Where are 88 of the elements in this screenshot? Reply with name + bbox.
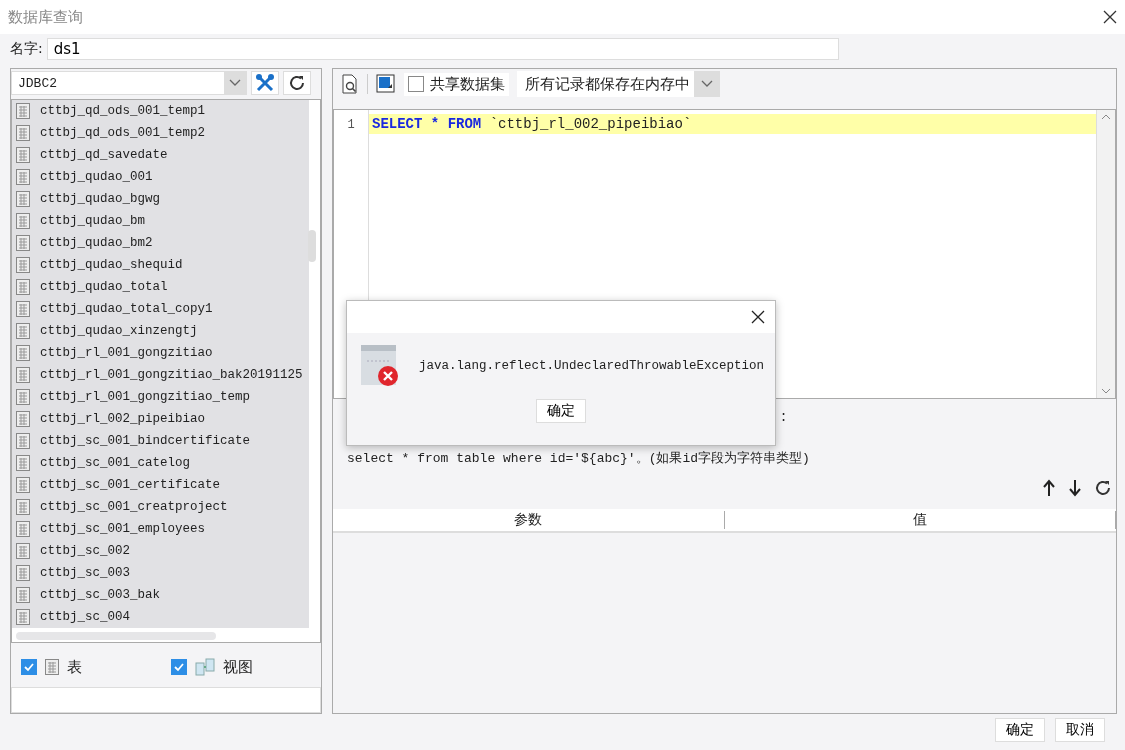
filter-label: 视图 [223, 657, 253, 677]
table-icon [16, 125, 30, 141]
table-list-item[interactable]: cttbj_sc_001_catelog [12, 452, 309, 474]
refresh-button[interactable] [283, 71, 311, 95]
name-label: 名字: [10, 40, 43, 58]
table-icon [16, 455, 30, 471]
table-icon [16, 477, 30, 493]
table-list-item[interactable]: cttbj_qudao_bm2 [12, 232, 309, 254]
table-list-item[interactable]: cttbj_sc_002 [12, 540, 309, 562]
table-list-item[interactable]: cttbj_sc_001_certificate [12, 474, 309, 496]
table-icon [16, 587, 30, 603]
name-field[interactable]: ds1 [46, 38, 839, 60]
table-list-item[interactable]: cttbj_rl_001_gongzitiao_bak20191125 [12, 364, 309, 386]
error-icon [361, 345, 399, 387]
move-up-icon[interactable] [1042, 479, 1056, 497]
table-list-item[interactable]: cttbj_qudao_bm [12, 210, 309, 232]
close-icon[interactable] [751, 310, 765, 324]
table-list-item[interactable]: cttbj_rl_001_gongzitiao [12, 342, 309, 364]
caret-icon [229, 79, 241, 87]
ok-button[interactable]: 确定 [536, 399, 586, 423]
tools-button[interactable] [251, 71, 279, 95]
dialog-button[interactable]: 确定 [995, 718, 1045, 742]
table-icon [16, 433, 30, 449]
table-list-item[interactable]: cttbj_qudao_shequid [12, 254, 309, 276]
example-text: select * from table where id='${abc}'。(如果id字段为字符串类型) [347, 450, 810, 467]
table-icon [16, 389, 30, 405]
table-icon [16, 345, 30, 361]
table-list-item[interactable]: cttbj_qd_ods_001_temp2 [12, 122, 309, 144]
checkbox[interactable] [21, 659, 37, 675]
caret-icon [701, 80, 713, 88]
table-icon [16, 565, 30, 581]
table-list-item[interactable]: cttbj_qd_savedate [12, 144, 309, 166]
table-icon [16, 191, 30, 207]
column-header: 参数 [333, 511, 725, 529]
dialog-button[interactable]: 取消 [1055, 718, 1105, 742]
save-icon[interactable] [376, 74, 396, 94]
table-icon [16, 147, 30, 163]
table-icon [16, 543, 30, 559]
table-list-item[interactable]: cttbj_qudao_xinzengtj [12, 320, 309, 342]
table-icon [16, 235, 30, 251]
column-header: 值 [724, 511, 1116, 529]
scrollbar[interactable] [16, 632, 216, 640]
refresh-icon[interactable] [1094, 479, 1112, 497]
connection-dropdown[interactable]: JDBC2 [11, 71, 247, 95]
table-list-item[interactable]: cttbj_sc_001_creatproject [12, 496, 309, 518]
table-icon [16, 103, 30, 119]
table-icon [16, 609, 30, 625]
table-icon [16, 367, 30, 383]
table-list-item[interactable]: cttbj_sc_001_employees [12, 518, 309, 540]
window-title: 数据库查询 [8, 7, 83, 27]
filter-label: 表 [67, 657, 82, 677]
table-icon [16, 301, 30, 317]
table-list-item[interactable]: cttbj_qudao_total [12, 276, 309, 298]
close-icon[interactable] [1103, 10, 1117, 24]
line-number: 1 [346, 118, 356, 134]
table-icon [45, 659, 59, 675]
table-icon [16, 257, 30, 273]
scroll-up-icon[interactable] [1101, 114, 1111, 120]
checkbox[interactable] [408, 76, 424, 92]
checkbox[interactable] [171, 659, 187, 675]
preview-icon[interactable] [341, 74, 359, 94]
table-icon [16, 499, 30, 515]
scroll-down-icon[interactable] [1101, 388, 1111, 394]
table-list-item[interactable]: cttbj_qudao_001 [12, 166, 309, 188]
table-list-item[interactable]: cttbj_sc_003 [12, 562, 309, 584]
table-list-item[interactable]: cttbj_qudao_bgwg [12, 188, 309, 210]
hint-text: : [781, 407, 787, 425]
table-icon [16, 521, 30, 537]
search-field[interactable] [11, 687, 321, 713]
scrollbar[interactable] [308, 230, 316, 262]
share-label: 共享数据集 [430, 74, 505, 94]
table-icon [16, 323, 30, 339]
move-down-icon[interactable] [1068, 479, 1082, 497]
table-list-item[interactable]: cttbj_sc_004 [12, 606, 309, 628]
view-icon [195, 658, 215, 676]
table-icon [16, 279, 30, 295]
table-list-item[interactable]: cttbj_sc_001_bindcertificate [12, 430, 309, 452]
table-icon [16, 169, 30, 185]
storage-dropdown[interactable]: 所有记录都保存在内存中 [517, 71, 720, 97]
table-list-item[interactable]: cttbj_qudao_total_copy1 [12, 298, 309, 320]
table-icon [16, 411, 30, 427]
table-list-item[interactable]: cttbj_rl_001_gongzitiao_temp [12, 386, 309, 408]
table-icon [16, 213, 30, 229]
refresh-icon [288, 74, 306, 92]
table-list-item[interactable]: cttbj_qd_ods_001_temp1 [12, 100, 309, 122]
table-list-item[interactable]: cttbj_rl_002_pipeibiao [12, 408, 309, 430]
error-message: java.lang.reflect.UndeclaredThrowableException [419, 359, 765, 373]
table-list-item[interactable]: cttbj_sc_003_bak [12, 584, 309, 606]
